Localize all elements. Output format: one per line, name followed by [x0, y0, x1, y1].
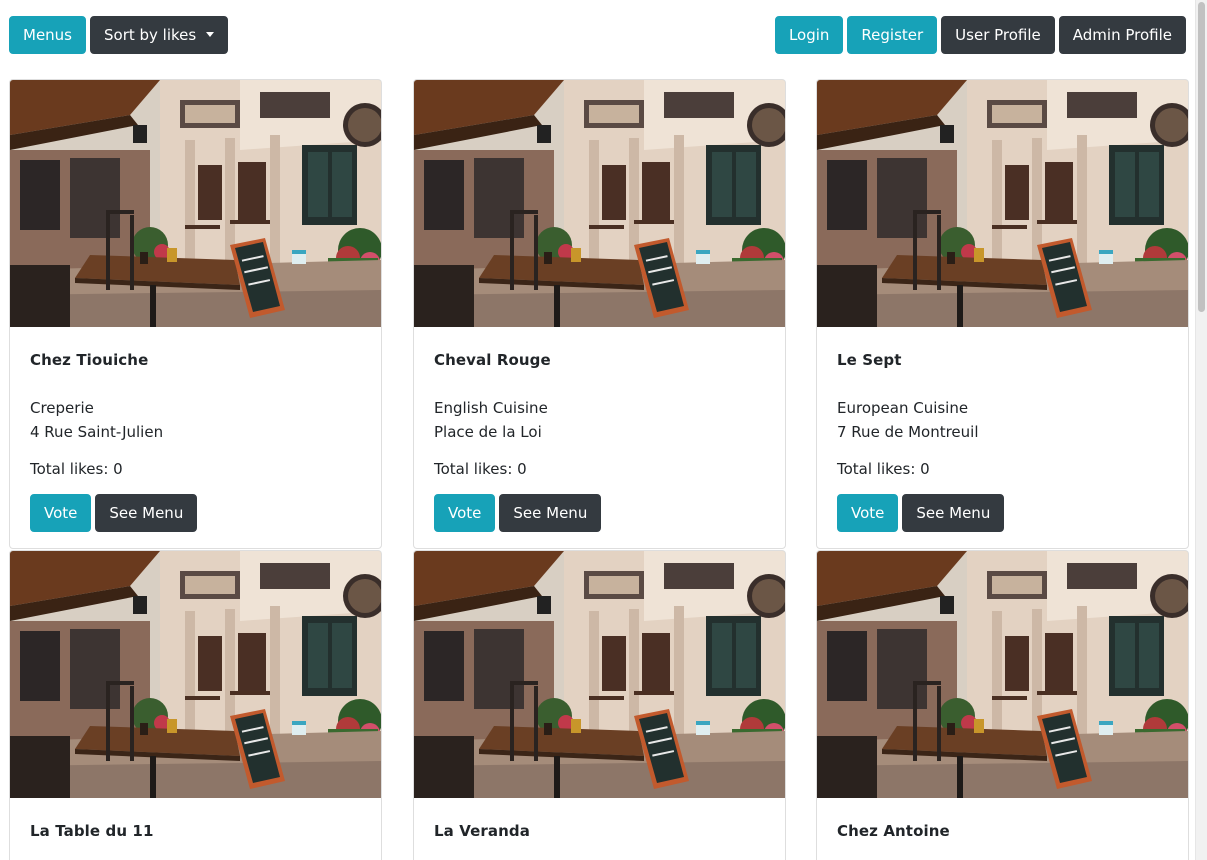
card-actions: Vote See Menu: [30, 494, 361, 532]
restaurant-cuisine: European Cuisine: [837, 399, 969, 417]
restaurant-name: Le Sept: [837, 351, 902, 369]
card-body: Chez Tiouiche Creperie 4 Rue Saint-Julie…: [10, 327, 381, 548]
restaurant-address: 4 Rue Saint-Julien: [30, 423, 164, 441]
restaurant-image: [414, 551, 785, 798]
restaurant-image: [817, 80, 1188, 327]
restaurant-card: Le Sept European Cuisine 7 Rue de Montre…: [816, 79, 1189, 549]
restaurant-card: La Table du 11: [9, 550, 382, 860]
scrollbar-thumb[interactable]: [1198, 2, 1205, 312]
card-body: La Veranda: [414, 798, 785, 860]
login-button[interactable]: Login: [774, 16, 844, 54]
vote-button[interactable]: Vote: [30, 494, 92, 532]
restaurant-image: [414, 80, 785, 327]
restaurant-cuisine: English Cuisine: [434, 399, 548, 417]
toolbar-right: Login Register User Profile Admin Profil…: [774, 16, 1186, 54]
card-body: Le Sept European Cuisine 7 Rue de Montre…: [817, 327, 1188, 548]
restaurant-name: La Veranda: [434, 822, 530, 840]
restaurant-card: Chez Tiouiche Creperie 4 Rue Saint-Julie…: [9, 79, 382, 549]
restaurant-card: Cheval Rouge English Cuisine Place de la…: [413, 79, 786, 549]
card-actions: Vote See Menu: [837, 494, 1168, 532]
restaurant-address: Place de la Loi: [434, 423, 542, 441]
restaurant-name: Cheval Rouge: [434, 351, 551, 369]
see-menu-button[interactable]: See Menu: [95, 494, 198, 532]
user-profile-button[interactable]: User Profile: [941, 16, 1055, 54]
restaurant-name: Chez Antoine: [837, 822, 950, 840]
restaurant-card: Chez Antoine: [816, 550, 1189, 860]
card-body: Chez Antoine: [817, 798, 1188, 860]
menus-button[interactable]: Menus: [9, 16, 86, 54]
restaurant-name: Chez Tiouiche: [30, 351, 149, 369]
card-body: Cheval Rouge English Cuisine Place de la…: [414, 327, 785, 548]
register-button[interactable]: Register: [847, 16, 938, 54]
total-likes: Total likes: 0: [30, 460, 123, 478]
caret-down-icon: [206, 31, 215, 37]
restaurant-name: La Table du 11: [30, 822, 154, 840]
total-likes: Total likes: 0: [434, 460, 527, 478]
restaurant-cuisine: Creperie: [30, 399, 94, 417]
restaurant-address: 7 Rue de Montreuil: [837, 423, 979, 441]
restaurant-image: [817, 551, 1188, 798]
total-likes: Total likes: 0: [837, 460, 930, 478]
page-scrollbar[interactable]: [1195, 0, 1207, 860]
admin-profile-button[interactable]: Admin Profile: [1058, 16, 1186, 54]
toolbar-left: Menus Sort by likes: [9, 16, 229, 54]
card-actions: Vote See Menu: [434, 494, 765, 532]
vote-button[interactable]: Vote: [837, 494, 899, 532]
see-menu-button[interactable]: See Menu: [902, 494, 1005, 532]
restaurant-image: [10, 551, 381, 798]
sort-dropdown-button[interactable]: Sort by likes: [90, 16, 229, 54]
see-menu-button[interactable]: See Menu: [499, 494, 602, 532]
card-body: La Table du 11: [10, 798, 381, 860]
sort-dropdown-label: Sort by likes: [104, 26, 197, 44]
restaurant-image: [10, 80, 381, 327]
restaurant-card: La Veranda: [413, 550, 786, 860]
restaurant-listing-page: Menus Sort by likes Login Register User …: [0, 0, 1207, 860]
vote-button[interactable]: Vote: [434, 494, 496, 532]
